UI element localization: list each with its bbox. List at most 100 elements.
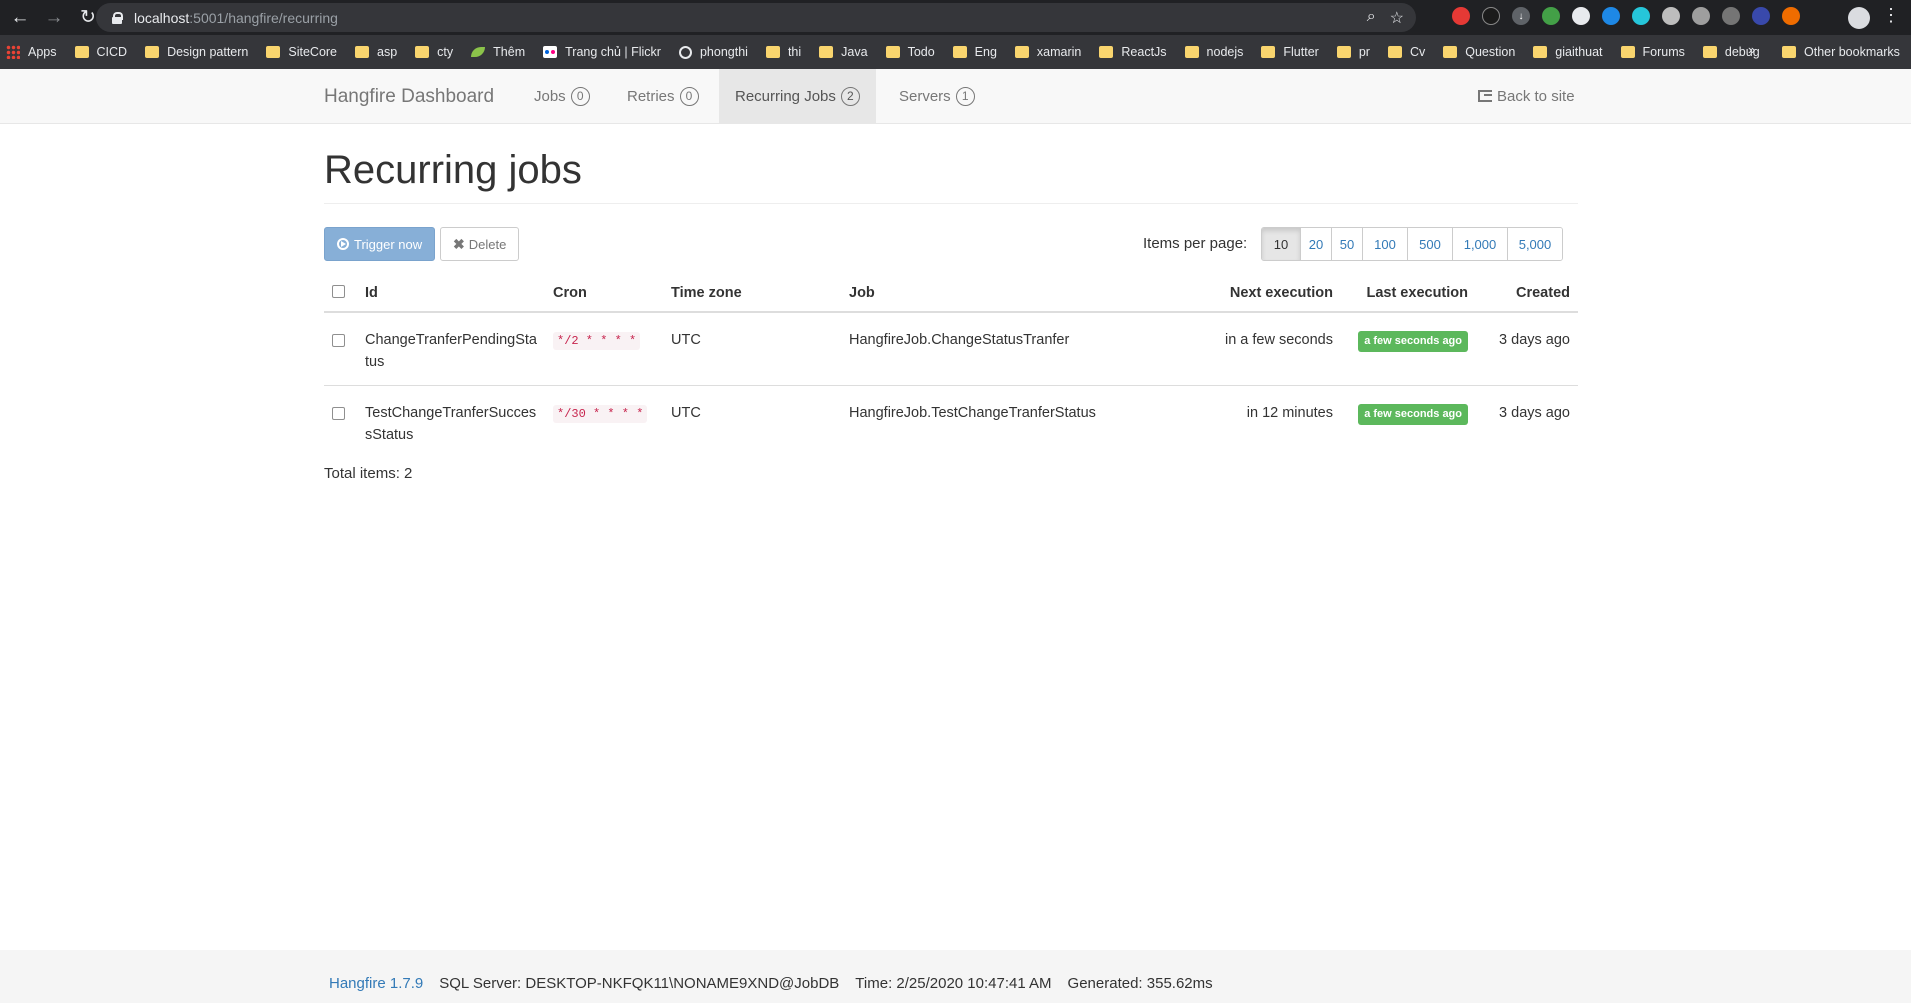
more-bookmarks-chevron[interactable]: » bbox=[1748, 42, 1755, 57]
bookmark-item[interactable]: Cv bbox=[1387, 45, 1425, 59]
bookmark-item[interactable]: Design pattern bbox=[145, 45, 248, 59]
bookmark-item[interactable]: ReactJs bbox=[1099, 45, 1167, 59]
bookmark-item[interactable]: cty bbox=[415, 45, 453, 59]
total-items: Total items: 2 bbox=[324, 465, 413, 482]
forward-arrow-icon[interactable]: → bbox=[40, 4, 68, 32]
bookmark-item[interactable]: Forums bbox=[1620, 45, 1685, 59]
server-time: Time: 2/25/2020 10:47:41 AM bbox=[855, 975, 1052, 992]
back-to-site-link[interactable]: Back to site bbox=[1478, 69, 1575, 123]
folder-icon bbox=[1782, 46, 1796, 58]
nav-jobs[interactable]: Jobs 0 bbox=[518, 69, 606, 123]
cron-expression: */30 * * * * bbox=[553, 405, 648, 423]
bookmark-item[interactable]: Flutter bbox=[1261, 45, 1319, 59]
delete-button[interactable]: ✖ Delete bbox=[440, 227, 520, 261]
brand-link[interactable]: Hangfire Dashboard bbox=[324, 86, 494, 108]
hangfire-navbar: Hangfire Dashboard Jobs 0 Retries 0 Recurr… bbox=[0, 69, 1911, 124]
column-header-next-execution: Next execution bbox=[1201, 275, 1341, 313]
bookmark-item[interactable]: xamarin bbox=[1014, 45, 1081, 59]
table-row: TestChangeTranferSuccessStatus */30 * * … bbox=[324, 386, 1578, 459]
react-icon[interactable] bbox=[1632, 7, 1650, 25]
download-icon[interactable]: ↓ bbox=[1512, 7, 1530, 25]
column-header-job: Job bbox=[841, 275, 1201, 313]
menu-kebab-icon[interactable]: ⋮ bbox=[1882, 5, 1900, 26]
bookmark-item[interactable]: asp bbox=[355, 45, 397, 59]
folder-icon bbox=[1184, 46, 1199, 58]
extension-icon[interactable] bbox=[1662, 7, 1680, 25]
select-all-checkbox[interactable] bbox=[332, 284, 345, 298]
page-title: Recurring jobs bbox=[324, 148, 582, 192]
extension-icon[interactable] bbox=[1482, 7, 1500, 25]
back-arrow-icon[interactable]: ← bbox=[6, 4, 34, 32]
bookmark-item[interactable]: Eng bbox=[952, 45, 997, 59]
bookmark-item[interactable]: thi bbox=[765, 45, 801, 59]
flickr-icon bbox=[543, 46, 558, 58]
nav-servers[interactable]: Servers 1 bbox=[883, 69, 991, 123]
bookmark-item[interactable]: giaithuat bbox=[1533, 45, 1603, 59]
other-bookmarks[interactable]: Other bookmarks bbox=[1782, 35, 1900, 69]
count-badge: 1 bbox=[955, 86, 975, 106]
vue-icon[interactable] bbox=[1692, 7, 1710, 25]
column-header-created: Created bbox=[1476, 275, 1578, 313]
column-header-id[interactable]: Id bbox=[357, 275, 545, 313]
close-icon: ✖ bbox=[453, 235, 465, 252]
bookmark-item[interactable]: Todo bbox=[885, 45, 935, 59]
trigger-now-button[interactable]: Trigger now bbox=[324, 227, 436, 261]
browser-toolbar: ← → ↻ localhost:5001/hangfire/recurring … bbox=[0, 0, 1911, 35]
extension-icon[interactable] bbox=[1782, 7, 1800, 25]
extensions-bar: ↓ bbox=[1452, 7, 1800, 25]
column-header-time-zone: Time zone bbox=[663, 275, 841, 313]
job-id[interactable]: ChangeTranferPendingStatus bbox=[357, 312, 545, 386]
bookmark-item[interactable]: nodejs bbox=[1184, 45, 1243, 59]
folder-icon bbox=[415, 46, 430, 58]
globe-icon bbox=[678, 45, 692, 59]
zoom-icon[interactable]: ⌕ bbox=[1367, 8, 1376, 28]
bookmark-item[interactable]: SiteCore bbox=[266, 45, 337, 59]
row-checkbox[interactable] bbox=[332, 407, 345, 420]
angular-icon[interactable] bbox=[1722, 7, 1740, 25]
nav-retries[interactable]: Retries 0 bbox=[611, 69, 715, 123]
extension-icon[interactable] bbox=[1542, 7, 1560, 25]
folder-icon bbox=[1099, 46, 1114, 58]
star-icon[interactable]: ☆ bbox=[1390, 8, 1404, 28]
extension-icon[interactable] bbox=[1602, 7, 1620, 25]
play-circle-icon bbox=[337, 238, 349, 250]
folder-icon bbox=[1014, 46, 1029, 58]
bookmark-item[interactable]: pr bbox=[1336, 45, 1370, 59]
extension-icon[interactable] bbox=[1452, 7, 1470, 25]
bookmark-item[interactable]: CICD bbox=[74, 45, 127, 59]
page-size-100[interactable]: 100 bbox=[1362, 228, 1407, 260]
apps-grid-icon bbox=[6, 45, 20, 59]
sign-out-icon bbox=[1478, 90, 1492, 102]
page-size-10[interactable]: 10 bbox=[1262, 228, 1300, 260]
folder-icon bbox=[1261, 46, 1276, 58]
status-badge[interactable]: a few seconds ago bbox=[1358, 404, 1468, 425]
nav-recurring-jobs[interactable]: Recurring Jobs 2 bbox=[719, 69, 876, 123]
page-size-5000[interactable]: 5,000 bbox=[1507, 228, 1562, 260]
divider bbox=[324, 203, 1578, 204]
folder-icon bbox=[74, 46, 89, 58]
folder-icon bbox=[885, 46, 900, 58]
generated-time: Generated: 355.62ms bbox=[1067, 975, 1213, 992]
bookmark-item[interactable]: phongthi bbox=[678, 45, 748, 59]
row-checkbox[interactable] bbox=[332, 334, 345, 347]
extension-icon[interactable] bbox=[1572, 7, 1590, 25]
extension-icon[interactable] bbox=[1752, 7, 1770, 25]
bookmark-item[interactable]: Java bbox=[819, 45, 868, 59]
bookmark-item[interactable]: Question bbox=[1443, 45, 1515, 59]
folder-icon bbox=[1387, 46, 1402, 58]
bookmark-item[interactable]: Thêm bbox=[471, 45, 525, 59]
table-header-row: Id Cron Time zone Job Next execution Las… bbox=[324, 275, 1578, 313]
page-size-50[interactable]: 50 bbox=[1331, 228, 1362, 260]
items-per-page-label: Items per page: bbox=[1143, 235, 1248, 252]
page-size-1000[interactable]: 1,000 bbox=[1452, 228, 1507, 260]
profile-avatar[interactable] bbox=[1848, 7, 1870, 29]
hangfire-version-link[interactable]: Hangfire 1.7.9 bbox=[329, 975, 423, 992]
folder-icon bbox=[145, 46, 160, 58]
page-size-20[interactable]: 20 bbox=[1300, 228, 1331, 260]
bookmark-apps[interactable]: Apps bbox=[6, 45, 57, 59]
status-badge[interactable]: a few seconds ago bbox=[1358, 331, 1468, 352]
page-size-500[interactable]: 500 bbox=[1407, 228, 1452, 260]
address-bar[interactable]: localhost:5001/hangfire/recurring ⌕ ☆ bbox=[96, 3, 1416, 32]
job-id[interactable]: TestChangeTranferSuccessStatus bbox=[357, 386, 545, 459]
bookmark-item[interactable]: Trang chủ | Flickr bbox=[543, 45, 661, 59]
